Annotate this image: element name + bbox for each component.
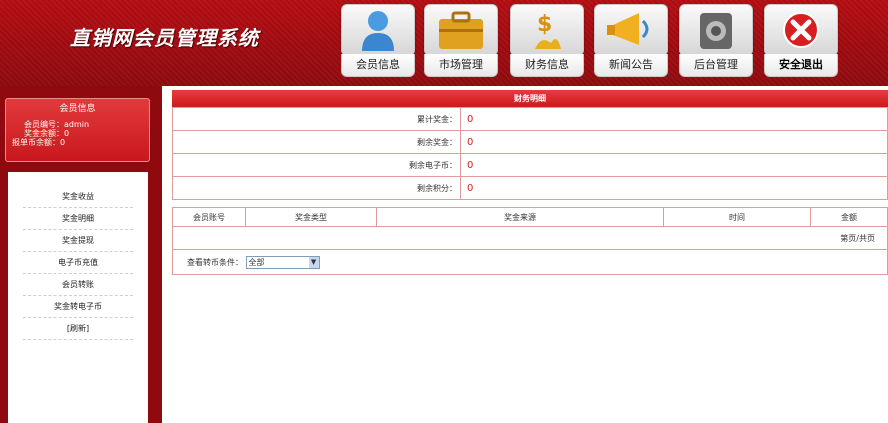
section-title: 财务明细 (172, 90, 888, 107)
pager-text: 第页/共页 (172, 226, 888, 250)
nav-news[interactable]: 新闻公告 (594, 4, 668, 77)
nav-label: 财务信息 (510, 54, 584, 77)
filter-row: 查看转币条件： 全部 ▼ (172, 249, 888, 275)
close-icon (764, 4, 838, 56)
filter-select[interactable]: 全部 ▼ (245, 255, 320, 269)
sidebar-item-recharge[interactable]: 电子币充值 (23, 252, 133, 274)
safe-icon (679, 4, 753, 56)
header: 直销网会员管理系统 会员信息 市场管理 $ 财务信息 新闻公告 后台管理 安全退… (0, 0, 888, 86)
sidebar-item-transfer[interactable]: 会员转账 (23, 274, 133, 296)
col-header: 金额 (810, 207, 888, 227)
summary-row: 剩余奖金： 0 (172, 130, 888, 154)
nav-label: 新闻公告 (594, 54, 668, 77)
sidebar-item-refresh[interactable]: [刷新] (23, 318, 133, 340)
summary-value: 0 (460, 107, 888, 131)
filter-select-value: 全部 (248, 257, 265, 267)
chevron-down-icon: ▼ (308, 256, 319, 268)
summary-value: 0 (460, 130, 888, 154)
nav-member-info[interactable]: 会员信息 (341, 4, 415, 77)
sidebar-item-bonus-detail[interactable]: 奖金明细 (23, 208, 133, 230)
money-icon: $ (510, 4, 584, 56)
nav-label: 安全退出 (764, 54, 838, 77)
order-coin-balance: 报单币余额：0 (12, 138, 66, 147)
sidebar-item-bonus-income[interactable]: 奖金收益 (23, 186, 133, 208)
nav-market[interactable]: 市场管理 (424, 4, 498, 77)
user-info-title: 会员信息 (59, 104, 96, 114)
detail-table: 会员账号 奖金类型 奖金来源 时间 金额 第页/共页 查看转币条件： 全部 ▼ (172, 207, 888, 275)
col-header: 奖金类型 (245, 207, 377, 227)
col-header: 会员账号 (172, 207, 246, 227)
user-info-box: 会员信息 会员编号：admin 奖金余额：0 报单币余额：0 (5, 98, 150, 162)
briefcase-icon (424, 4, 498, 56)
app-title: 直销网会员管理系统 (70, 26, 259, 50)
col-header: 奖金来源 (376, 207, 664, 227)
nav-finance[interactable]: $ 财务信息 (510, 4, 584, 77)
summary-value: 0 (460, 176, 888, 200)
summary-label: 剩余积分： (172, 176, 461, 200)
summary-row: 累计奖金： 0 (172, 107, 888, 131)
megaphone-icon (594, 4, 668, 56)
pager-row: 第页/共页 (172, 226, 888, 250)
sidebar-item-withdraw[interactable]: 奖金提现 (23, 230, 133, 252)
summary-label: 剩余电子币： (172, 153, 461, 177)
summary-label: 剩余奖金： (172, 130, 461, 154)
nav-label: 市场管理 (424, 54, 498, 77)
finance-summary: 累计奖金： 0 剩余奖金： 0 剩余电子币： 0 剩余积分： 0 (172, 107, 888, 200)
member-id: 会员编号：admin (24, 120, 90, 129)
filter-label: 查看转币条件： (187, 257, 243, 267)
nav-label: 后台管理 (679, 54, 753, 77)
nav-label: 会员信息 (341, 54, 415, 77)
nav-admin[interactable]: 后台管理 (679, 4, 753, 77)
sidebar-menu: 奖金收益 奖金明细 奖金提现 电子币充值 会员转账 奖金转电子币 [刷新] (8, 172, 148, 423)
table-header: 会员账号 奖金类型 奖金来源 时间 金额 (172, 207, 888, 227)
col-header: 时间 (663, 207, 811, 227)
user-icon (341, 4, 415, 56)
nav-logout[interactable]: 安全退出 (764, 4, 838, 77)
summary-row: 剩余积分： 0 (172, 176, 888, 200)
bonus-balance: 奖金余额：0 (24, 129, 70, 138)
summary-label: 累计奖金： (172, 107, 461, 131)
svg-text:$: $ (537, 12, 552, 37)
summary-value: 0 (460, 153, 888, 177)
sidebar-item-bonus-to-coin[interactable]: 奖金转电子币 (23, 296, 133, 318)
summary-row: 剩余电子币： 0 (172, 153, 888, 177)
